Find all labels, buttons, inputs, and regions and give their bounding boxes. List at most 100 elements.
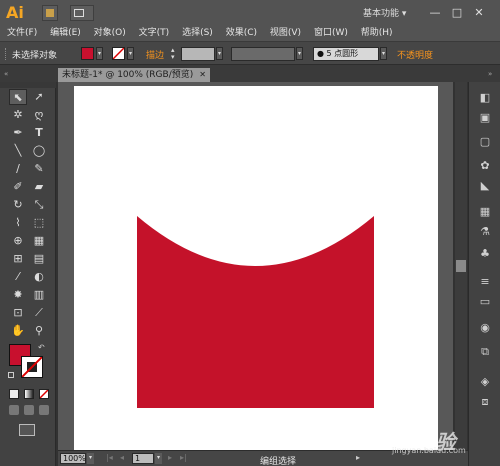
direct-selection-tool-icon[interactable]: ➚ [30, 89, 48, 105]
symbols-panel-icon[interactable]: ♣ [475, 246, 495, 262]
screen-mode-icon[interactable] [19, 424, 35, 436]
hand-tool-icon[interactable]: ✋ [9, 323, 27, 339]
lasso-tool-icon[interactable]: ღ [30, 107, 48, 123]
menu-view[interactable]: 视图(V) [263, 26, 301, 40]
variable-width-dropdown[interactable]: ▾ [296, 47, 303, 60]
mesh-tool-icon[interactable]: ⊞ [9, 251, 27, 267]
zoom-tool-icon[interactable]: ⚲ [30, 323, 48, 339]
draw-behind-icon[interactable] [24, 405, 34, 415]
ellipse-tool-icon[interactable]: ◯ [30, 143, 48, 159]
color-panel-icon[interactable]: ◧ [475, 90, 495, 106]
gradient-tool-icon[interactable]: ▤ [30, 251, 48, 267]
pencil-tool-icon[interactable]: ✎ [30, 161, 48, 177]
draw-normal-icon[interactable] [9, 405, 19, 415]
artboard-tool-icon[interactable]: ⊡ [9, 305, 27, 321]
no-stroke-icon [22, 357, 42, 377]
symbol-sprayer-tool-icon[interactable]: ✸ [9, 287, 27, 303]
rotate-tool-icon[interactable]: ↻ [9, 197, 27, 213]
red-shape[interactable] [137, 216, 374, 408]
stroke-weight-dropdown[interactable]: ▾ [216, 47, 223, 60]
previous-page-icon[interactable]: ◂ [120, 453, 124, 462]
paintbrush-tool-icon[interactable]: ∕ [9, 161, 27, 177]
pathfinder-panel-icon[interactable]: ⧈ [475, 394, 495, 410]
opacity-label[interactable]: 不透明度 [397, 48, 433, 61]
close-button[interactable]: ✕ [468, 3, 490, 23]
fill-swatch[interactable] [81, 47, 94, 60]
collapse-left-icon[interactable]: « [4, 70, 8, 78]
stroke-swatch[interactable] [112, 47, 125, 60]
variable-width-field[interactable] [231, 47, 295, 61]
status-menu-icon[interactable]: ▸ [356, 453, 360, 462]
scroll-thumb[interactable] [456, 260, 466, 272]
brushes-panel-icon[interactable]: ⚗ [475, 224, 495, 240]
maximize-button[interactable]: □ [446, 3, 468, 23]
color-guide-icon[interactable]: ▣ [475, 110, 495, 126]
fill-dropdown[interactable]: ▾ [96, 47, 103, 60]
appearance-panel-icon[interactable]: ▢ [475, 134, 495, 150]
width-tool-icon[interactable]: ⌇ [9, 215, 27, 231]
swap-fill-stroke-icon[interactable]: ↶ [38, 343, 45, 352]
next-page-icon[interactable]: ▸ [168, 453, 172, 462]
brush-definition[interactable]: ● 5 点圆形 [313, 47, 379, 61]
tools-panel-header[interactable] [0, 82, 56, 88]
shape-builder-tool-icon[interactable]: ⊕ [9, 233, 27, 249]
stroke-weight-field[interactable] [181, 47, 215, 61]
graphic-styles-icon[interactable]: ◉ [475, 320, 495, 336]
artboards-panel-icon[interactable]: ⧉ [475, 344, 495, 360]
selection-tool-icon[interactable]: ⬉ [9, 89, 27, 105]
eyedropper-tool-icon[interactable]: ⁄ [9, 269, 27, 285]
zoom-field[interactable]: 100% [60, 453, 86, 464]
brush-dropdown[interactable]: ▾ [380, 47, 387, 60]
zoom-dropdown[interactable]: ▾ [87, 453, 94, 464]
line-segment-tool-icon[interactable]: ╲ [9, 143, 27, 159]
current-tool-status[interactable]: 编组选择 [260, 454, 296, 466]
menu-effect[interactable]: 效果(C) [219, 26, 257, 40]
slice-tool-icon[interactable]: ⟋ [30, 305, 48, 321]
tab-document[interactable]: 未标题-1* @ 100% (RGB/预览) ✕ [58, 68, 210, 82]
stroke-panel-icon[interactable]: ≡ [475, 274, 495, 290]
perspective-grid-tool-icon[interactable]: ▦ [30, 233, 48, 249]
gradient-panel-icon[interactable]: ◣ [475, 178, 495, 194]
collapse-right-icon[interactable]: » [488, 70, 492, 78]
default-colors-icon[interactable] [8, 372, 14, 378]
column-graph-tool-icon[interactable]: ▥ [30, 287, 48, 303]
workspace-switcher[interactable]: 基本功能 ▾ [363, 6, 406, 19]
stroke-label[interactable]: 描边 [146, 48, 164, 61]
swatches-panel-icon[interactable]: ✿ [475, 158, 495, 174]
page-number-field[interactable]: 1 [132, 453, 154, 464]
magic-wand-tool-icon[interactable]: ✲ [9, 107, 27, 123]
scale-tool-icon[interactable]: ⤡ [30, 197, 48, 213]
menu-edit[interactable]: 编辑(E) [43, 26, 81, 40]
type-tool-icon[interactable]: T [30, 125, 48, 141]
blob-brush-tool-icon[interactable]: ✐ [9, 179, 27, 195]
menu-object[interactable]: 对象(O) [87, 26, 126, 40]
pen-tool-icon[interactable]: ✒ [9, 125, 27, 141]
menu-window[interactable]: 窗口(W) [307, 26, 348, 40]
menu-select[interactable]: 选择(S) [175, 26, 213, 40]
layers-panel-icon[interactable]: ◈ [475, 374, 495, 390]
minimize-button[interactable]: — [424, 3, 446, 23]
menu-file[interactable]: 文件(F) [0, 26, 37, 40]
page-dropdown[interactable]: ▾ [155, 453, 162, 464]
draw-inside-icon[interactable] [39, 405, 49, 415]
gradient-mode-icon[interactable] [24, 389, 34, 399]
stroke-dropdown[interactable]: ▾ [127, 47, 134, 60]
blend-tool-icon[interactable]: ◐ [30, 269, 48, 285]
free-transform-tool-icon[interactable]: ⬚ [30, 215, 48, 231]
color-mode-icon[interactable] [9, 389, 19, 399]
stroke-weight-stepper[interactable]: ▴ ▾ [171, 47, 179, 61]
transparency-panel-icon[interactable]: ▭ [475, 294, 495, 310]
bridge-button[interactable] [42, 5, 58, 21]
last-page-icon[interactable]: ▸| [180, 453, 187, 462]
first-page-icon[interactable]: |◂ [106, 453, 113, 462]
right-dock: ◧ ▣ ▢ ✿ ◣ ▦ ⚗ ♣ ≡ ▭ ◉ ⧉ ◈ ⧈ [468, 82, 500, 466]
menu-help[interactable]: 帮助(H) [354, 26, 393, 40]
eraser-tool-icon[interactable]: ▰ [30, 179, 48, 195]
align-panel-icon[interactable]: ▦ [475, 204, 495, 220]
close-tab-icon[interactable]: ✕ [199, 68, 206, 82]
stroke-color-box[interactable] [21, 356, 43, 378]
arrange-documents-button[interactable] [70, 5, 94, 21]
menu-type[interactable]: 文字(T) [132, 26, 170, 40]
artboard[interactable] [74, 86, 438, 451]
none-mode-icon[interactable] [39, 389, 49, 399]
